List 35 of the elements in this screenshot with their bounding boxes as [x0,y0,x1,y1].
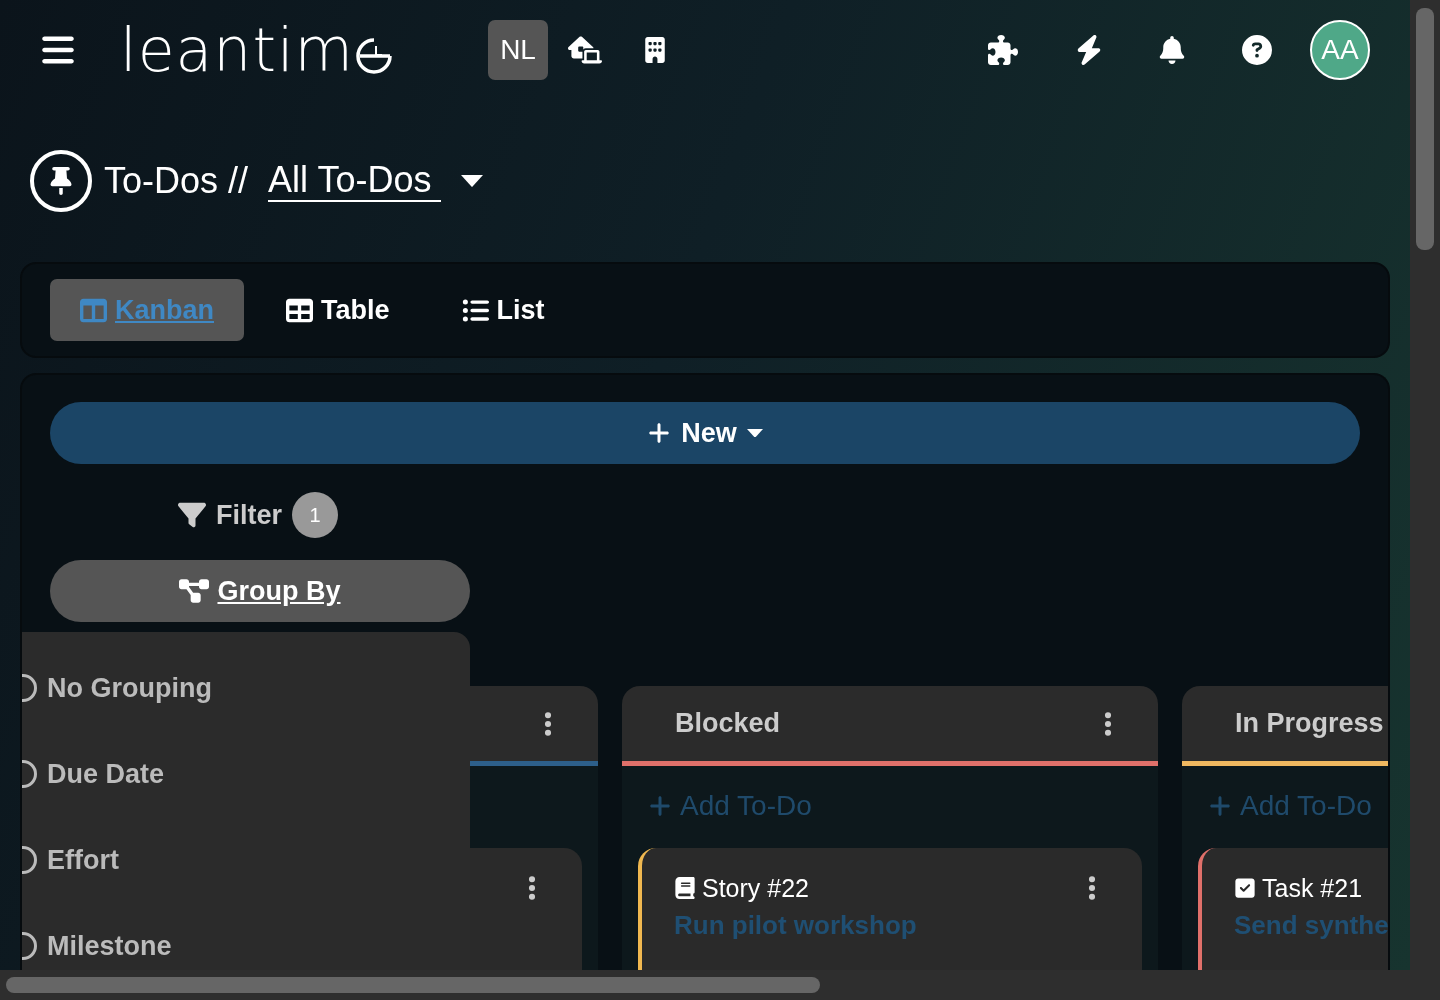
view-tab[interactable]: List [431,279,575,341]
home-laptop-icon[interactable] [568,33,603,67]
page-title: To-Dos // [104,160,249,202]
plus-icon [1208,794,1232,818]
filter-icon [178,501,206,529]
table-icon [286,296,313,324]
new-button[interactable]: New [50,402,1360,464]
card-id: Task #21 [1262,873,1363,902]
column-title: Blocked [675,708,781,738]
logo: leantim [120,20,395,80]
filter-button[interactable]: Filter 1 [178,492,338,538]
workspace-badge[interactable]: NL [488,20,549,80]
plus-icon [647,421,672,445]
todo-card[interactable]: Task #21 Send synthe [1198,848,1388,970]
checkbox-icon [1234,877,1256,899]
help-icon[interactable] [1242,35,1272,65]
group-option[interactable]: Milestone [22,903,470,970]
bell-icon[interactable] [1158,36,1186,64]
todo-card[interactable]: Story #22 Run pilot workshop [638,848,1142,970]
plus-icon [648,794,672,818]
caret-icon[interactable] [461,174,484,188]
card-id: Story #22 [702,873,809,902]
diagram-icon [179,576,210,606]
group-option[interactable]: Due Date [22,731,470,817]
group-by-button[interactable]: Group By [50,560,470,622]
filter-count: 1 [292,492,338,538]
caret-icon [746,428,763,438]
columns-icon [80,296,107,324]
view-link[interactable]: All To-Dos [268,160,442,202]
group-option[interactable]: Effort [22,817,470,903]
puzzle-icon[interactable] [988,35,1018,65]
book-icon [674,877,696,899]
view-tab[interactable]: Table [256,279,420,341]
group-option[interactable]: No Grouping [22,645,470,731]
column-title: In Progress [1235,708,1384,738]
